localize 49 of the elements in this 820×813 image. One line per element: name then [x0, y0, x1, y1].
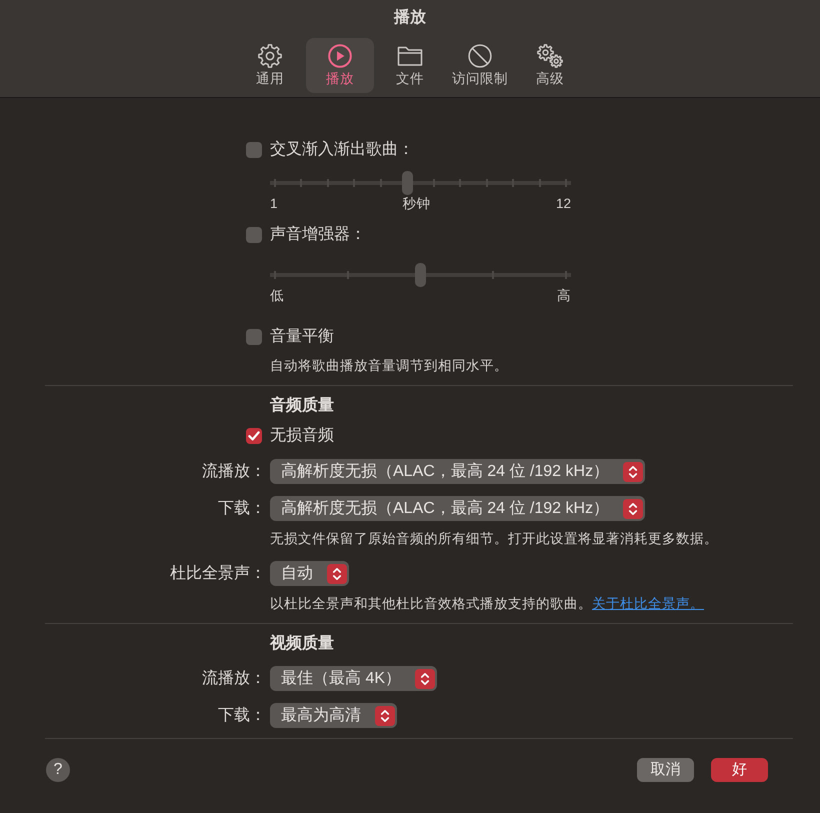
help-button[interactable]: ? [46, 758, 70, 782]
field-label: 下载： [218, 706, 266, 726]
toolbar-tab[interactable]: 通用 [236, 38, 304, 93]
description-text: 以杜比全景声和其他杜比音效格式播放支持的歌曲。关于杜比全景声。 [270, 595, 705, 613]
description-text: 自动将歌曲播放音量调节到相同水平。 [270, 357, 509, 375]
field-label: 下载： [218, 498, 266, 518]
stepper-icon [327, 564, 347, 584]
info-link[interactable]: 关于杜比全景声。 [592, 596, 704, 611]
checkmark-icon [248, 431, 260, 441]
checkbox[interactable] [246, 428, 262, 444]
slider-label: 秒钟 [402, 195, 431, 213]
gear-icon [257, 44, 283, 68]
description-text: 无损文件保留了原始音频的所有细节。打开此设置将显著消耗更多数据。 [270, 530, 719, 548]
field-label: 杜比全景声： [170, 564, 266, 584]
stepper-icon [415, 668, 436, 688]
checkbox-label[interactable]: 交叉渐入渐出歌曲： [270, 139, 414, 161]
checkbox[interactable] [246, 142, 262, 158]
popup-menu[interactable]: 最佳（最高 4K） [270, 666, 438, 691]
popup-menu[interactable]: 高解析度无损（ALAC，最高 24 位 /192 kHz） [270, 496, 646, 521]
window-title: 播放 [394, 8, 426, 28]
folder-icon [397, 44, 423, 68]
toolbar-tab[interactable]: 播放 [306, 38, 374, 93]
field-label: 流播放： [202, 668, 266, 688]
field-label: 流播放： [202, 462, 266, 482]
checkbox-label[interactable]: 音量平衡 [270, 326, 334, 348]
toolbar-tab[interactable]: 文件 [376, 38, 444, 93]
slider-label: 1 [270, 195, 278, 213]
checkbox[interactable] [246, 329, 262, 345]
popup-menu[interactable]: 高解析度无损（ALAC，最高 24 位 /192 kHz） [270, 459, 646, 484]
stepper-icon [375, 706, 395, 726]
confirm-button[interactable]: 好 [711, 758, 768, 782]
checkbox[interactable] [246, 227, 262, 243]
stepper-icon [623, 462, 644, 482]
gears-icon [537, 44, 563, 68]
play-icon [327, 44, 353, 68]
slider-label: 12 [556, 195, 571, 213]
slider-label: 低 [270, 287, 284, 305]
prohibited-icon [467, 44, 493, 68]
checkbox-label[interactable]: 无损音频 [270, 425, 334, 447]
stepper-icon [623, 498, 644, 518]
cancel-button[interactable]: 取消 [637, 758, 694, 782]
slider-label: 高 [557, 287, 571, 305]
section-heading: 音频质量 [270, 396, 335, 416]
checkbox-label[interactable]: 声音增强器： [270, 224, 366, 246]
toolbar-tab[interactable]: 高级 [516, 38, 584, 93]
section-heading: 视频质量 [270, 634, 335, 654]
popup-menu[interactable]: 自动 [270, 561, 349, 586]
popup-menu[interactable]: 最高为高清 [270, 703, 397, 728]
toolbar-tab[interactable]: 访问限制 [446, 38, 514, 93]
